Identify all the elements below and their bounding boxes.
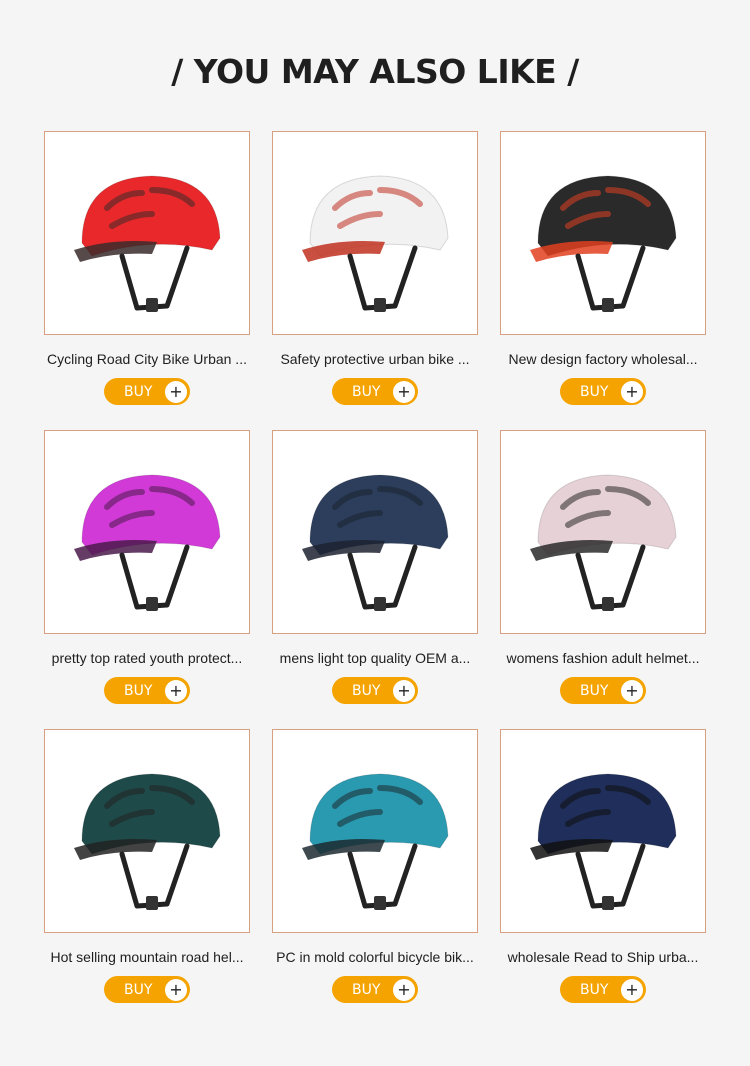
buy-button[interactable]: BUY + [332,976,418,1003]
product-name[interactable]: wholesale Read to Ship urba... [500,949,706,965]
buy-label: BUY [124,383,153,400]
product-card[interactable]: womens fashion adult helmet... BUY + [500,430,706,704]
buy-button[interactable]: BUY + [560,677,646,704]
plus-icon: + [621,380,643,403]
product-name[interactable]: Safety protective urban bike ... [272,351,478,367]
buy-button[interactable]: BUY + [332,677,418,704]
product-card[interactable]: pretty top rated youth protect... BUY + [44,430,250,704]
product-card[interactable]: Safety protective urban bike ... BUY + [272,131,478,405]
plus-icon: + [165,978,187,1001]
pink-road-helmet-icon [74,474,221,611]
buy-label: BUY [352,682,381,699]
navy-cap-helmet-icon [530,773,677,910]
plus-icon: + [165,380,187,403]
product-card[interactable]: Cycling Road City Bike Urban ... BUY + [44,131,250,405]
product-name[interactable]: PC in mold colorful bicycle bik... [272,949,478,965]
navy-matte-helmet-icon [302,474,449,611]
buy-label: BUY [580,383,609,400]
product-name[interactable]: New design factory wholesal... [500,351,706,367]
plus-icon: + [393,978,415,1001]
plus-icon: + [621,978,643,1001]
product-image[interactable] [272,131,478,335]
white-urban-helmet-icon [302,175,449,312]
buy-button[interactable]: BUY + [560,976,646,1003]
product-card[interactable]: wholesale Read to Ship urba... BUY + [500,729,706,1003]
black-red-mtb-helmet-icon [530,175,677,312]
product-name[interactable]: pretty top rated youth protect... [44,650,250,666]
product-card[interactable]: mens light top quality OEM a... BUY + [272,430,478,704]
product-image[interactable] [272,430,478,634]
pink-visor-helmet-icon [530,474,677,611]
product-image[interactable] [500,430,706,634]
product-card[interactable]: Hot selling mountain road hel... BUY + [44,729,250,1003]
product-image[interactable] [272,729,478,933]
buy-label: BUY [124,981,153,998]
buy-button[interactable]: BUY + [104,976,190,1003]
buy-label: BUY [124,682,153,699]
buy-label: BUY [352,981,381,998]
red-visor-helmet-icon [74,175,221,312]
product-image[interactable] [500,131,706,335]
plus-icon: + [621,679,643,702]
green-mtb-helmet-icon [74,773,221,910]
product-image[interactable] [44,131,250,335]
buy-button[interactable]: BUY + [104,378,190,405]
product-name[interactable]: Hot selling mountain road hel... [44,949,250,965]
buy-label: BUY [580,981,609,998]
page: / YOU MAY ALSO LIKE / Cycling Road City … [0,0,750,1040]
buy-button[interactable]: BUY + [560,378,646,405]
product-name[interactable]: Cycling Road City Bike Urban ... [44,351,250,367]
plus-icon: + [393,679,415,702]
product-image[interactable] [500,729,706,933]
buy-label: BUY [580,682,609,699]
buy-button[interactable]: BUY + [332,378,418,405]
product-card[interactable]: New design factory wholesal... BUY + [500,131,706,405]
product-name[interactable]: mens light top quality OEM a... [272,650,478,666]
product-image[interactable] [44,729,250,933]
section-title: / YOU MAY ALSO LIKE / [171,52,579,91]
product-name[interactable]: womens fashion adult helmet... [500,650,706,666]
blue-mtb-helmet-icon [302,773,449,910]
buy-label: BUY [352,383,381,400]
plus-icon: + [393,380,415,403]
plus-icon: + [165,679,187,702]
buy-button[interactable]: BUY + [104,677,190,704]
product-image[interactable] [44,430,250,634]
product-card[interactable]: PC in mold colorful bicycle bik... BUY + [272,729,478,1003]
